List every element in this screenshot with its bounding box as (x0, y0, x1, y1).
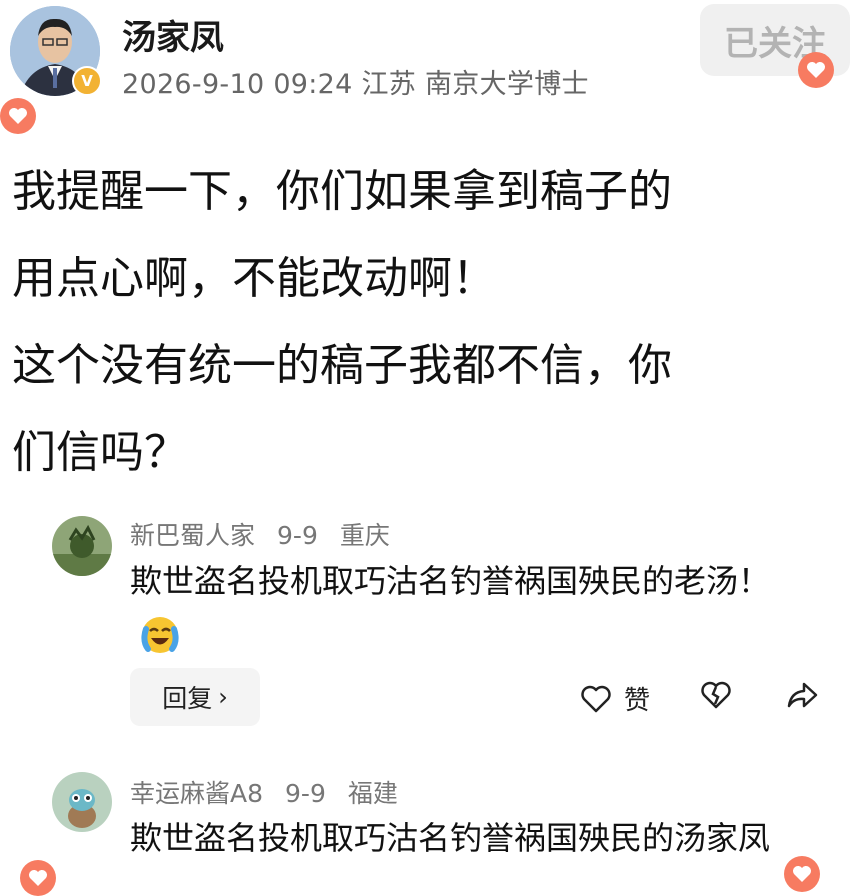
post-text: 我提醒一下，你们如果拿到稿子的 用点心啊，不能改动啊！ 这个没有统一的稿子我都不… (12, 148, 832, 496)
reply-label: 回复 (162, 684, 213, 713)
heart-badge-icon (784, 856, 820, 892)
broken-heart-icon (701, 681, 731, 709)
verified-badge: V (72, 66, 102, 96)
author-name[interactable]: 汤家凤 (122, 10, 224, 59)
heart-badge-icon (0, 98, 36, 134)
chevron-right-icon: › (218, 683, 228, 711)
post-text-line: 用点心啊，不能改动啊！ (12, 253, 496, 304)
comment-date: 9-9 (277, 521, 318, 550)
reply-button[interactable]: 回复 › (130, 668, 260, 726)
share-icon (787, 682, 818, 708)
like-label: 赞 (624, 686, 651, 716)
comment-text-content: 欺世盗名投机取巧沽名钓誉祸国殃民的汤家凤 (130, 819, 771, 857)
comment-date: 9-9 (285, 779, 326, 808)
heart-badge-icon (798, 52, 834, 88)
comment-header: 幸运麻酱A8 9-9 福建 (130, 774, 420, 810)
comment-text-content: 欺世盗名投机取巧沽名钓誉祸国殃民的老汤！ (130, 562, 771, 600)
comment-location: 福建 (347, 779, 398, 808)
dislike-button[interactable] (700, 680, 732, 710)
commenter-name[interactable]: 幸运麻酱A8 (130, 779, 263, 808)
post-text-line: 们信吗？ (12, 427, 188, 478)
heart-icon (581, 685, 611, 712)
comment-avatar[interactable] (52, 772, 112, 832)
post-text-line: 这个没有统一的稿子我都不信，你 (12, 340, 672, 391)
comment-header: 新巴蜀人家 9-9 重庆 (130, 516, 412, 552)
post-meta: 2026-9-10 09:24 江苏 南京大学博士 (122, 69, 589, 100)
comment-location: 重庆 (339, 521, 390, 550)
comment-avatar[interactable] (52, 516, 112, 576)
share-button[interactable] (786, 680, 818, 710)
comment-text: 欺世盗名投机取巧沽名钓誉祸国殃民的汤家凤 (130, 812, 820, 864)
laughing-crying-emoji-icon (138, 613, 182, 657)
comment-text: 欺世盗名投机取巧沽名钓誉祸国殃民的老汤！ (130, 555, 820, 659)
like-button[interactable]: 赞 (580, 680, 650, 717)
commenter-name[interactable]: 新巴蜀人家 (130, 521, 255, 550)
heart-badge-icon (20, 860, 56, 896)
post-text-line: 我提醒一下，你们如果拿到稿子的 (12, 166, 672, 217)
